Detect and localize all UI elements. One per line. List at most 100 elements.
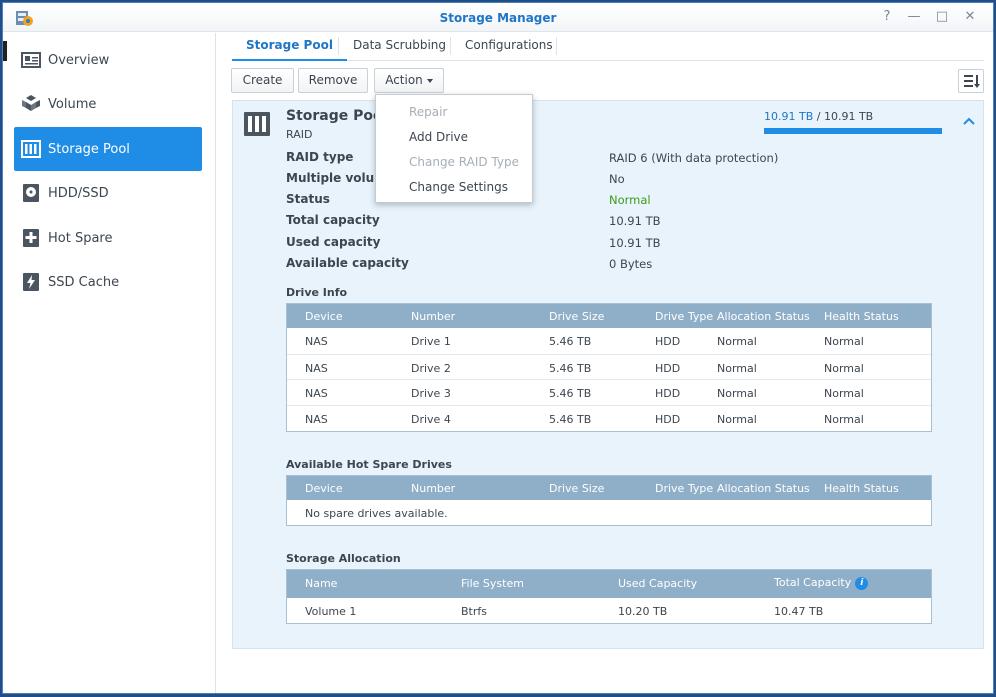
sidebar-item-volume[interactable]: Volume	[14, 82, 202, 126]
cell-device: NAS	[305, 335, 328, 348]
overview-icon	[21, 52, 41, 68]
cell-drive-size: 5.46 TB	[549, 361, 592, 375]
column-header[interactable]: Drive Type	[655, 310, 713, 323]
prop-value-raid-type: RAID 6 (With data protection)	[609, 151, 779, 165]
column-header[interactable]: Device	[305, 482, 343, 495]
cell-device: NAS	[305, 361, 328, 375]
empty-message: No spare drives available.	[305, 507, 448, 520]
hdd-icon	[23, 184, 39, 202]
cell-allocation-status: Normal	[717, 387, 757, 400]
column-header[interactable]: Drive Size	[549, 310, 604, 323]
window-title: Storage Manager	[439, 11, 557, 25]
action-button[interactable]: Action	[374, 68, 444, 93]
menu-item-change-raid-type: Change RAID Type	[409, 155, 519, 169]
table-row[interactable]: NAS Drive 4 5.46 TB HDD Normal Normal	[287, 404, 931, 431]
drive-info-title: Drive Info	[286, 286, 348, 299]
table-row: No spare drives available.	[287, 500, 931, 526]
cell-total-capacity: 10.47 TB	[774, 605, 824, 618]
sidebar: Overview Volume Storage Pool HDD/SSD Hot…	[3, 33, 216, 693]
column-header[interactable]: Allocation Status	[717, 482, 810, 495]
cell-health-status: Normal	[824, 361, 864, 375]
capacity-bar	[764, 128, 942, 134]
column-header[interactable]: File System	[461, 577, 524, 590]
storage-pool-panel[interactable]: Storage Pool RAID 10.91 TB / 10.91 TB RA…	[232, 100, 984, 649]
table-row[interactable]: NAS Drive 3 5.46 TB HDD Normal Normal	[287, 379, 931, 405]
table-header: Device Number Drive Size Drive Type Allo…	[287, 304, 931, 328]
sidebar-item-label: Storage Pool	[48, 141, 130, 157]
sidebar-item-ssd-cache[interactable]: SSD Cache	[14, 260, 202, 304]
cell-device: NAS	[305, 412, 328, 426]
cell-health-status: Normal	[824, 335, 864, 348]
cell-device: NAS	[305, 387, 328, 400]
prop-label-available-capacity: Available capacity	[286, 256, 409, 270]
menu-item-repair: Repair	[409, 105, 448, 119]
cell-number: Drive 2	[411, 361, 451, 375]
cell-allocation-status: Normal	[717, 335, 757, 348]
chevron-down-icon	[426, 78, 433, 83]
column-header[interactable]: Name	[305, 577, 337, 590]
table-row[interactable]: NAS Drive 1 5.46 TB HDD Normal Normal	[287, 328, 931, 354]
create-button[interactable]: Create	[231, 68, 294, 93]
sidebar-item-overview[interactable]: Overview	[14, 38, 202, 82]
hot-spare-table: Device Number Drive Size Drive Type Allo…	[286, 475, 932, 526]
cell-name: Volume 1	[305, 605, 357, 618]
prop-value-status: Normal	[609, 193, 651, 207]
column-header[interactable]: Drive Size	[549, 482, 604, 495]
used-capacity-value: 10.91 TB	[764, 110, 814, 123]
hot-spare-icon	[23, 229, 39, 247]
column-header[interactable]: Health Status	[824, 310, 899, 323]
total-capacity-header-label: Total Capacity	[774, 576, 852, 589]
column-header[interactable]: Total Capacity i	[774, 576, 869, 590]
column-header[interactable]: Number	[411, 310, 455, 323]
total-capacity-value: 10.91 TB	[823, 110, 874, 123]
capacity-separator: /	[813, 110, 824, 123]
hot-spare-title: Available Hot Spare Drives	[286, 458, 452, 471]
sidebar-item-label: HDD/SSD	[48, 185, 109, 201]
table-row[interactable]: NAS Drive 2 5.46 TB HDD Normal Normal	[287, 353, 931, 380]
cell-drive-type: HDD	[655, 335, 681, 348]
tab-bar: Storage Pool Data Scrubbing Configuratio…	[232, 33, 984, 61]
tab-storage-pool[interactable]: Storage Pool	[232, 33, 347, 61]
cell-drive-type: HDD	[655, 387, 681, 400]
storage-allocation-table: Name File System Used Capacity Total Cap…	[286, 569, 932, 624]
sidebar-item-label: Overview	[48, 52, 110, 68]
remove-button[interactable]: Remove	[298, 68, 368, 93]
cell-health-status: Normal	[824, 412, 864, 426]
tab-divider	[556, 37, 557, 55]
maximize-icon[interactable]: □	[934, 9, 950, 25]
prop-label-used-capacity: Used capacity	[286, 235, 381, 249]
table-header: Device Number Drive Size Drive Type Allo…	[287, 476, 931, 500]
info-icon[interactable]: i	[855, 576, 869, 590]
column-header[interactable]: Drive Type	[655, 482, 713, 495]
cell-file-system: Btrfs	[461, 605, 487, 618]
cell-number: Drive 4	[411, 412, 451, 426]
prop-label-status: Status	[286, 192, 330, 206]
help-icon[interactable]: ?	[879, 9, 895, 25]
sidebar-item-storage-pool[interactable]: Storage Pool	[14, 127, 202, 171]
chevron-up-icon[interactable]	[962, 116, 976, 126]
capacity-bar-fill	[764, 128, 942, 134]
column-header[interactable]: Number	[411, 482, 455, 495]
action-button-label: Action	[385, 73, 423, 87]
sidebar-item-hot-spare[interactable]: Hot Spare	[14, 216, 202, 260]
column-header[interactable]: Allocation Status	[717, 310, 810, 323]
sort-button[interactable]	[958, 69, 984, 93]
tab-configurations[interactable]: Configurations	[451, 33, 567, 61]
tab-data-scrubbing[interactable]: Data Scrubbing	[339, 33, 460, 61]
cell-drive-size: 5.46 TB	[549, 335, 592, 348]
minimize-icon[interactable]: —	[906, 9, 922, 25]
sidebar-item-hdd-ssd[interactable]: HDD/SSD	[14, 171, 202, 215]
cell-allocation-status: Normal	[717, 412, 757, 426]
sidebar-item-label: Hot Spare	[48, 230, 113, 246]
volume-icon	[22, 95, 40, 111]
column-header[interactable]: Device	[305, 310, 343, 323]
menu-item-change-settings[interactable]: Change Settings	[409, 180, 508, 194]
menu-item-add-drive[interactable]: Add Drive	[409, 130, 468, 144]
capacity-readout: 10.91 TB / 10.91 TB	[764, 110, 873, 123]
pool-subtitle: RAID	[286, 128, 313, 141]
column-header[interactable]: Health Status	[824, 482, 899, 495]
ssd-cache-icon	[23, 273, 39, 291]
close-icon[interactable]: ✕	[962, 9, 978, 25]
column-header[interactable]: Used Capacity	[618, 577, 697, 590]
table-row[interactable]: Volume 1 Btrfs 10.20 TB 10.47 TB	[287, 598, 931, 624]
